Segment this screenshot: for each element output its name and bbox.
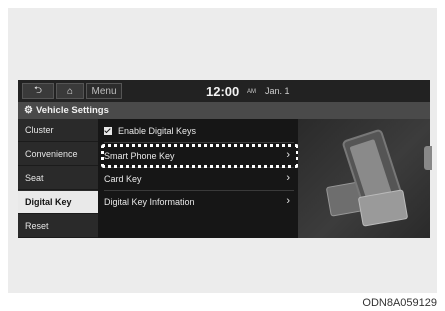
enable-digital-keys-label: Enable Digital Keys: [118, 126, 197, 136]
home-button[interactable]: ⌂: [56, 83, 84, 99]
page-title: Vehicle Settings: [36, 105, 109, 116]
page-header: ⚙ Vehicle Settings: [18, 102, 430, 119]
checkbox-checked-icon[interactable]: [104, 127, 112, 135]
chevron-right-icon: ›: [286, 195, 290, 207]
clock-ampm: AM: [247, 89, 256, 95]
digital-key-information-item[interactable]: Digital Key Information ›: [104, 193, 294, 211]
sidebar-item-cluster[interactable]: Cluster: [18, 119, 98, 142]
list-item-label: Card Key: [104, 174, 142, 184]
settings-list: Enable Digital Keys Smart Phone Key › Ca…: [98, 119, 298, 238]
back-icon: ⮌: [33, 84, 42, 96]
sidebar-item-label: Convenience: [25, 149, 78, 159]
home-icon: ⌂: [66, 85, 74, 97]
sidebar-item-seat[interactable]: Seat: [18, 167, 98, 190]
card-key-item[interactable]: Card Key ›: [104, 170, 294, 188]
figure-caption: ODN8A059129: [362, 297, 437, 309]
back-button[interactable]: ⮌: [22, 83, 54, 99]
sidebar-item-label: Reset: [25, 221, 49, 231]
sidebar-item-label: Digital Key: [25, 197, 72, 207]
divider: [104, 190, 294, 191]
list-item-label: Digital Key Information: [104, 197, 195, 207]
menu-button[interactable]: Menu: [86, 83, 122, 99]
side-panel-handle[interactable]: [424, 146, 432, 170]
gear-icon: ⚙: [24, 105, 33, 116]
sidebar-item-label: Seat: [25, 173, 44, 183]
sidebar-item-digital-key[interactable]: Digital Key: [18, 191, 98, 214]
smart-phone-key-highlight: [101, 144, 299, 168]
sidebar: Cluster Convenience Seat Digital Key Res…: [18, 119, 98, 238]
digital-key-illustration: [298, 119, 430, 238]
sidebar-item-reset[interactable]: Reset: [18, 215, 98, 238]
clock-date: Jan. 1: [265, 86, 290, 96]
top-bar: ⮌ ⌂ Menu 12:00 AM Jan. 1: [18, 80, 430, 102]
chevron-right-icon: ›: [286, 172, 290, 184]
sidebar-item-label: Cluster: [25, 125, 54, 135]
infotainment-screen: ⮌ ⌂ Menu 12:00 AM Jan. 1 ⚙ Vehicle Setti…: [18, 80, 430, 238]
key-card-icon: [357, 189, 409, 227]
sidebar-item-convenience[interactable]: Convenience: [18, 143, 98, 166]
clock-time: 12:00: [206, 84, 240, 99]
divider: [104, 142, 294, 143]
enable-digital-keys-toggle[interactable]: Enable Digital Keys: [104, 122, 294, 140]
